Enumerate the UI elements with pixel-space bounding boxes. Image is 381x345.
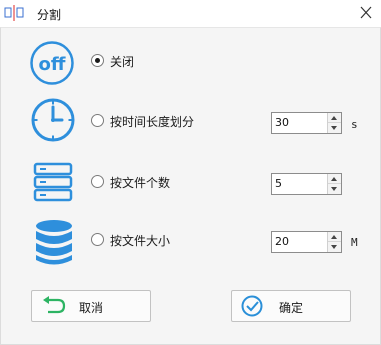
file-size-value: 20 bbox=[275, 235, 289, 248]
time-length-stepper[interactable]: 30 bbox=[271, 112, 342, 134]
clock-icon bbox=[31, 98, 75, 142]
radio-by-file-count[interactable] bbox=[91, 175, 104, 188]
radio-off[interactable] bbox=[91, 54, 104, 67]
ok-button-label: 确定 bbox=[278, 301, 303, 315]
cancel-button-label: 取消 bbox=[78, 301, 103, 315]
file-size-decrement-icon[interactable] bbox=[328, 242, 341, 252]
title-bar: 分割 bbox=[0, 0, 381, 27]
window-title: 分割 bbox=[37, 8, 62, 22]
option-label-by-file-size: 按文件大小 bbox=[110, 234, 171, 248]
cancel-button[interactable]: 取消 bbox=[31, 290, 151, 322]
database-icon bbox=[36, 220, 72, 265]
file-count-decrement-icon[interactable] bbox=[328, 184, 341, 194]
file-count-increment-icon[interactable] bbox=[328, 174, 341, 184]
file-count-value: 5 bbox=[275, 177, 282, 190]
file-size-stepper[interactable]: 20 bbox=[271, 231, 342, 253]
option-label-by-time: 按时间长度划分 bbox=[110, 115, 195, 129]
file-count-stepper-buttons bbox=[327, 174, 341, 194]
time-decrement-icon[interactable] bbox=[328, 123, 341, 133]
off-icon: off bbox=[30, 41, 74, 85]
radio-by-time[interactable] bbox=[91, 114, 104, 127]
time-increment-icon[interactable] bbox=[328, 113, 341, 123]
file-size-stepper-buttons bbox=[327, 232, 341, 252]
time-stepper-buttons bbox=[327, 113, 341, 133]
server-icon bbox=[33, 162, 73, 202]
option-label-off: 关闭 bbox=[110, 55, 135, 69]
time-length-value: 30 bbox=[275, 116, 289, 129]
file-size-increment-icon[interactable] bbox=[328, 232, 341, 242]
time-unit-label: s bbox=[351, 118, 358, 131]
file-count-stepper[interactable]: 5 bbox=[271, 173, 342, 195]
radio-by-file-size[interactable] bbox=[91, 233, 104, 246]
close-icon[interactable] bbox=[356, 4, 376, 22]
ok-button[interactable]: 确定 bbox=[231, 290, 351, 322]
file-size-unit-label: M bbox=[351, 236, 358, 249]
split-view-icon bbox=[4, 5, 24, 21]
off-icon-text: off bbox=[39, 54, 66, 75]
option-label-by-file-count: 按文件个数 bbox=[110, 176, 171, 190]
